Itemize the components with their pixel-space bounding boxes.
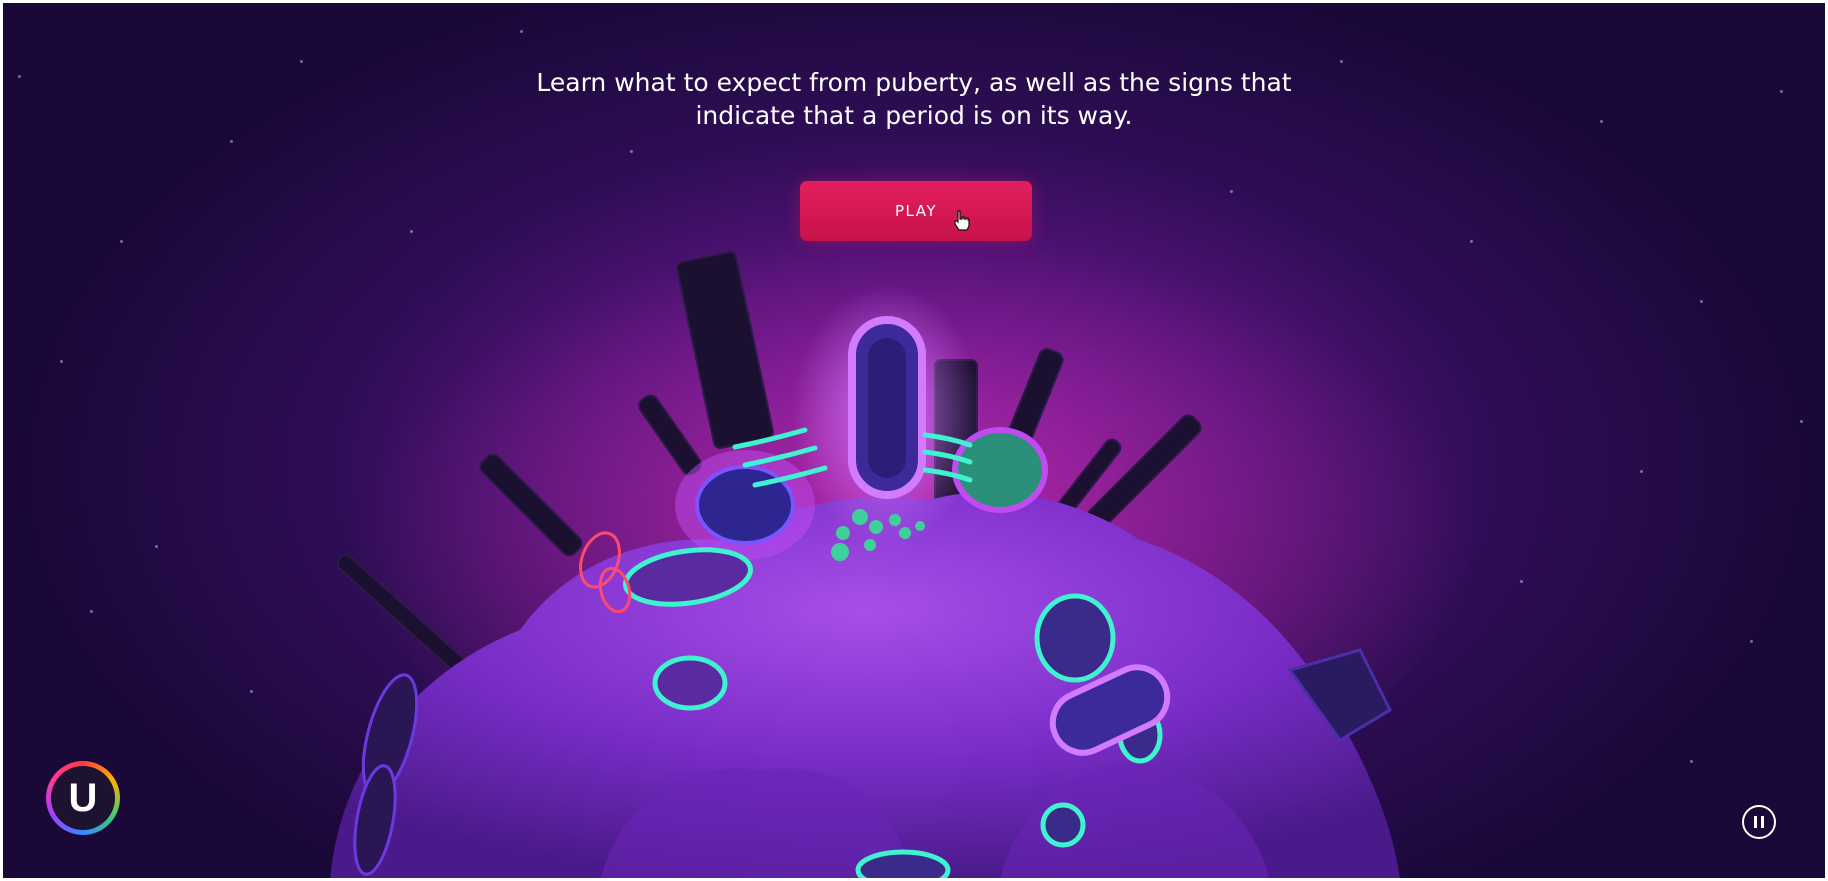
logo[interactable]: U xyxy=(46,761,120,835)
planet-illustration xyxy=(330,200,1475,881)
intro-text: Learn what to expect from puberty, as we… xyxy=(514,66,1314,132)
hand-pointer-icon xyxy=(954,210,970,231)
play-button[interactable]: PLAY xyxy=(800,181,1032,241)
pause-button[interactable] xyxy=(1742,805,1776,839)
intro-line-1: Learn what to expect from puberty, as we… xyxy=(536,68,1292,97)
play-button-label: PLAY xyxy=(894,202,937,220)
logo-letter: U xyxy=(51,766,115,830)
intro-line-2: indicate that a period is on its way. xyxy=(695,101,1133,130)
pause-icon xyxy=(1754,816,1757,828)
